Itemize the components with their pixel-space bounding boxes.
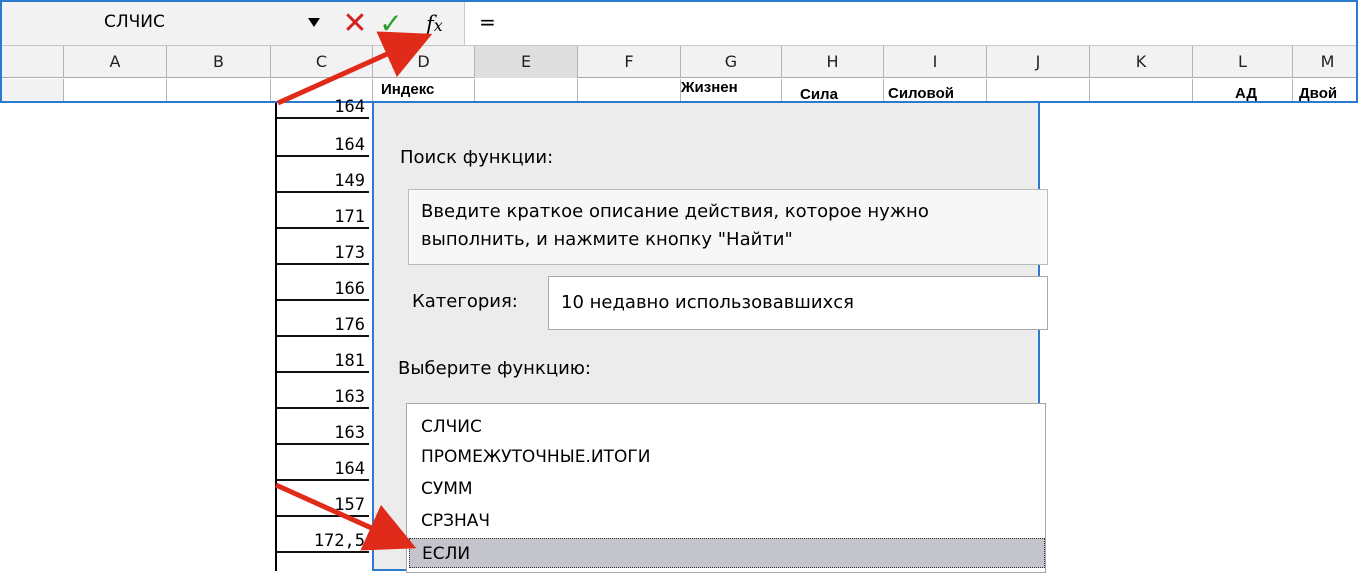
column-c-cell[interactable]: 181 bbox=[277, 347, 369, 373]
search-function-label: Поиск функции: bbox=[400, 147, 554, 168]
insert-function-dialog: Поиск функции: Введите краткое описание … bbox=[372, 101, 1048, 573]
category-select[interactable]: 10 недавно использовавшихся bbox=[548, 276, 1048, 330]
cell-f[interactable] bbox=[578, 79, 681, 101]
cell-b[interactable] bbox=[167, 79, 271, 101]
cancel-icon[interactable]: ✕ bbox=[340, 9, 370, 39]
search-placeholder-line2: выполнить, и нажмите кнопку "Найти" bbox=[421, 229, 793, 250]
column-header-l[interactable]: L bbox=[1193, 46, 1293, 78]
function-item[interactable]: СРЗНАЧ bbox=[409, 506, 1045, 536]
column-header-i[interactable]: I bbox=[884, 46, 987, 78]
column-header-m[interactable]: M bbox=[1293, 46, 1356, 78]
function-list[interactable]: СЛЧИС ПРОМЕЖУТОЧНЫЕ.ИТОГИ СУММ СРЗНАЧ ЕС… bbox=[406, 403, 1046, 573]
formula-text: = bbox=[479, 10, 496, 34]
select-all-corner[interactable] bbox=[2, 46, 64, 78]
function-item[interactable]: СЛЧИС bbox=[409, 412, 1045, 442]
enter-checkmark-icon[interactable]: ✓ bbox=[376, 8, 406, 40]
cell-j[interactable] bbox=[987, 79, 1090, 101]
column-header-h[interactable]: H bbox=[782, 46, 884, 78]
fx-x-glyph: x bbox=[433, 16, 443, 35]
column-c-cell[interactable]: 163 bbox=[277, 383, 369, 409]
row-header[interactable] bbox=[2, 79, 64, 101]
function-item[interactable]: ПРОМЕЖУТОЧНЫЕ.ИТОГИ bbox=[409, 442, 1045, 472]
search-function-input[interactable]: Введите краткое описание действия, котор… bbox=[408, 189, 1048, 265]
cell-a[interactable] bbox=[64, 79, 167, 101]
column-c-cell[interactable]: 157 bbox=[277, 491, 369, 517]
column-c-cell[interactable]: 164 bbox=[277, 455, 369, 481]
name-box[interactable]: СЛЧИС bbox=[2, 2, 302, 45]
name-box-value: СЛЧИС bbox=[104, 12, 165, 32]
column-c-cell[interactable]: 163 bbox=[277, 419, 369, 445]
column-c-cell[interactable]: 176 bbox=[277, 311, 369, 337]
formula-bar: СЛЧИС ✕ ✓ fx = bbox=[2, 2, 1356, 46]
function-item[interactable]: СУММ bbox=[409, 474, 1045, 504]
cell-h[interactable]: Сила bbox=[782, 79, 884, 101]
column-c-cell[interactable]: 164 bbox=[277, 93, 369, 119]
function-item-selected[interactable]: ЕСЛИ bbox=[409, 538, 1045, 568]
header-data-row: Индекс Жизнен Сила Силовой АД Двой bbox=[2, 79, 1356, 101]
cell-i[interactable]: Силовой bbox=[884, 79, 987, 101]
column-header-k[interactable]: K bbox=[1090, 46, 1193, 78]
category-label: Категория: bbox=[412, 291, 518, 312]
column-header-f[interactable]: F bbox=[578, 46, 681, 78]
search-placeholder-line1: Введите краткое описание действия, котор… bbox=[421, 201, 929, 222]
formula-input[interactable]: = bbox=[464, 2, 1356, 45]
insert-function-icon[interactable]: fx bbox=[426, 8, 460, 40]
column-header-a[interactable]: A bbox=[64, 46, 167, 78]
column-c-cell[interactable]: 149 bbox=[277, 167, 369, 193]
column-c-cell[interactable]: 166 bbox=[277, 275, 369, 301]
column-header-c[interactable]: C bbox=[271, 46, 373, 78]
column-c-values: 164 164 149 171 173 166 176 181 163 163 … bbox=[275, 97, 373, 571]
column-headers: A B C D E F G H I J K L M bbox=[2, 46, 1356, 78]
column-header-j[interactable]: J bbox=[987, 46, 1090, 78]
name-box-dropdown-icon[interactable] bbox=[308, 18, 320, 27]
column-c-cell[interactable]: 164 bbox=[277, 131, 369, 157]
cell-e[interactable] bbox=[475, 79, 578, 101]
column-c-cell[interactable]: 171 bbox=[277, 203, 369, 229]
fx-f-glyph: f bbox=[426, 12, 434, 36]
column-c-cell[interactable]: 173 bbox=[277, 239, 369, 265]
column-header-b[interactable]: B bbox=[167, 46, 271, 78]
cell-l[interactable]: АД bbox=[1193, 79, 1293, 101]
column-header-g[interactable]: G bbox=[681, 46, 782, 78]
cell-d[interactable]: Индекс bbox=[373, 79, 475, 101]
column-header-d[interactable]: D bbox=[373, 46, 475, 78]
cell-g[interactable]: Жизнен bbox=[681, 79, 782, 101]
cell-m[interactable]: Двой bbox=[1293, 79, 1356, 101]
column-c-cell[interactable]: 172,5 bbox=[277, 527, 369, 553]
select-function-label: Выберите функцию: bbox=[398, 358, 591, 379]
spreadsheet-top-strip: СЛЧИС ✕ ✓ fx = A B C D E F G H I J K L M… bbox=[0, 0, 1358, 103]
column-header-e[interactable]: E bbox=[475, 46, 578, 78]
cell-k[interactable] bbox=[1090, 79, 1193, 101]
